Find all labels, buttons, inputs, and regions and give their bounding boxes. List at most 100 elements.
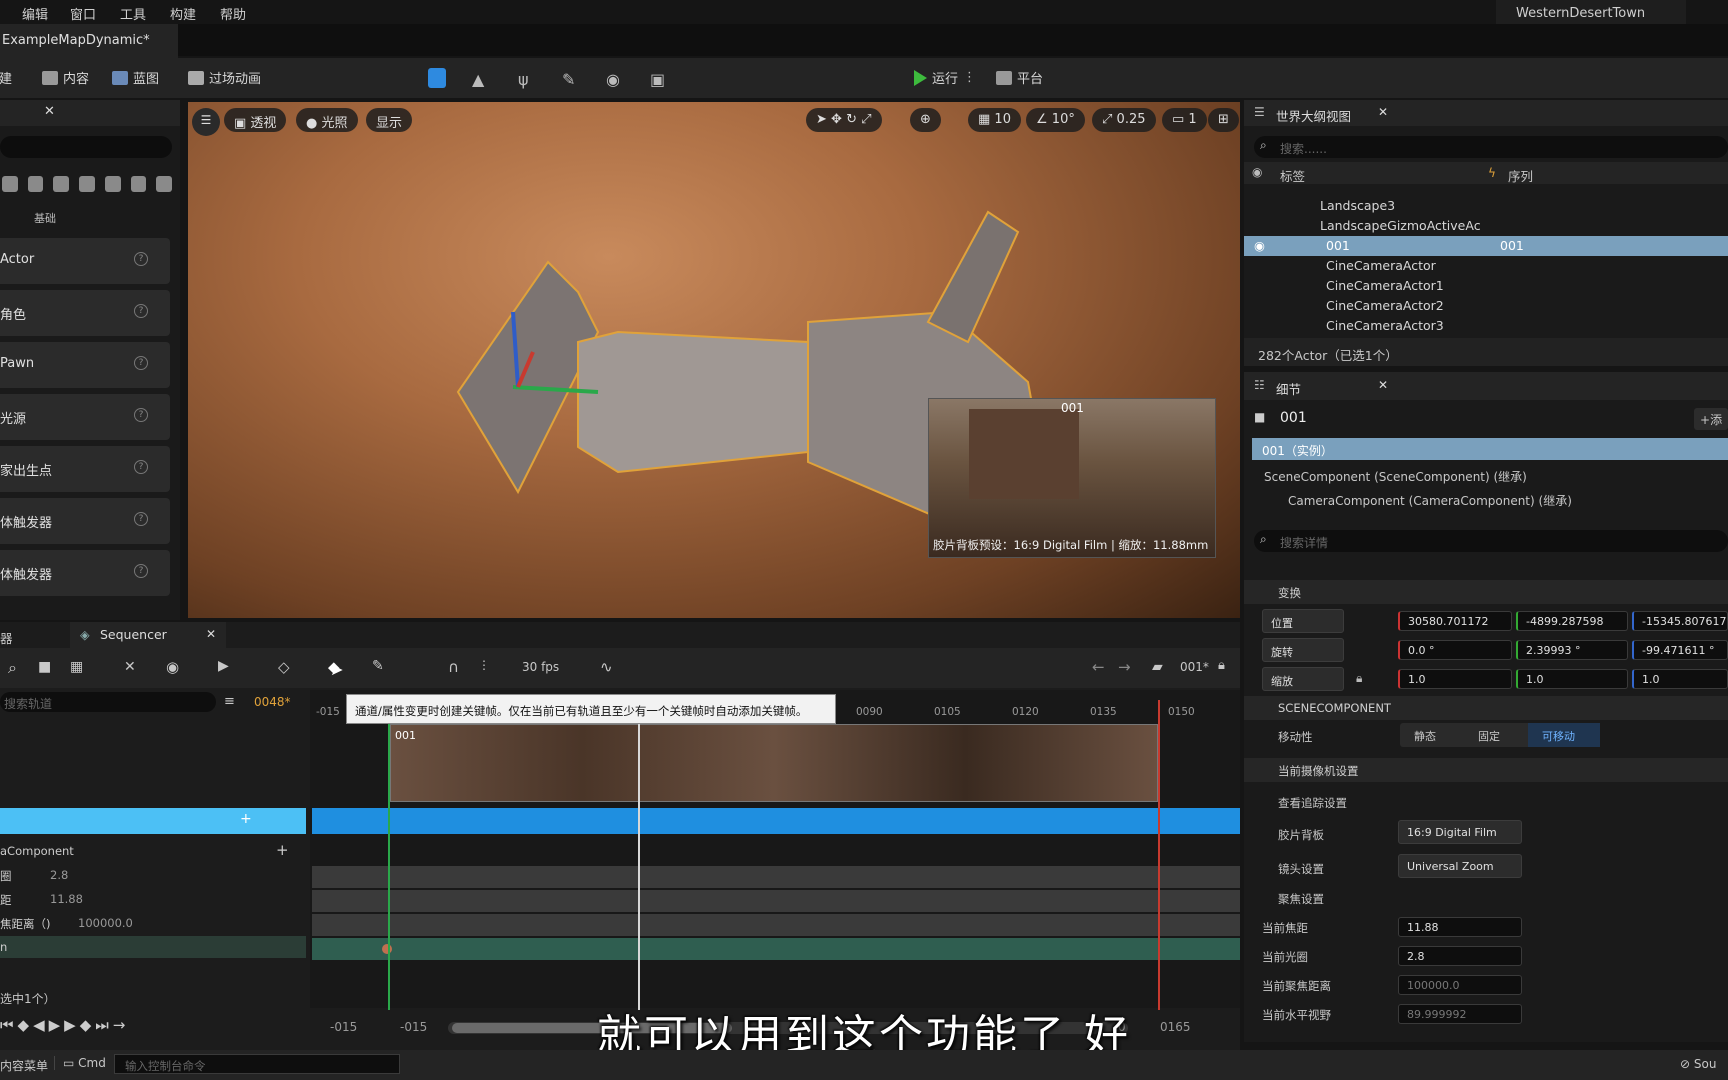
timeline-row[interactable] [312,938,1240,960]
location-y-field[interactable]: -4899.287598 [1516,611,1628,631]
rotation-z-field[interactable]: -99.471611 ° [1632,640,1728,660]
column-sequence[interactable]: 序列 [1508,166,1533,185]
timeline-row[interactable] [312,866,1240,888]
modeling-mode-icon[interactable]: ▣ [650,70,665,89]
filmback-dropdown[interactable]: 16:9 Digital Film [1398,820,1522,844]
track-aperture[interactable]: 圈 2.8 [0,864,306,886]
outliner-row[interactable]: CineCameraActor3 [1244,316,1728,336]
playhead[interactable] [638,700,640,1010]
place-search-input[interactable] [0,136,172,158]
filter-icon[interactable]: ≡ [224,694,235,709]
volume-icon[interactable] [130,176,147,192]
geometry-icon[interactable] [104,176,121,192]
back-icon[interactable]: ← [1092,658,1105,676]
run-button[interactable]: 运行 ⋮ [914,68,976,87]
camera-settings-section[interactable]: 当前摄像机设置 [1244,758,1728,782]
track-value[interactable]: 100000.0 [78,916,133,930]
close-icon[interactable]: ✕ [1378,105,1388,119]
camera-icon[interactable]: ■ [38,659,51,675]
lookat-label[interactable]: 查看追踪设置 [1278,795,1347,811]
mobility-stationary[interactable]: 固定 [1464,723,1528,747]
foliage-mode-icon[interactable]: ψ [518,70,529,89]
lock-icon[interactable]: 🔒︎ [1218,658,1225,673]
grid-snap[interactable]: ▦ 10 [968,108,1021,132]
keyframe[interactable] [382,944,392,954]
track-focal[interactable]: 距 11.88 [0,888,306,910]
camera-component-row[interactable]: CameraComponent (CameraComponent) (继承) [1288,492,1572,509]
outliner-row[interactable]: CineCameraActor [1244,256,1728,276]
move-icon[interactable]: ✥ [831,112,842,127]
angle-snap[interactable]: ∠ 10° [1026,108,1085,132]
current-frame[interactable]: 0048* [254,695,291,709]
location-dropdown[interactable]: 位置 [1262,609,1344,633]
timeline-row[interactable] [312,890,1240,912]
outliner-row[interactable]: CineCameraActor2 [1244,296,1728,316]
tab-previous[interactable]: 器 [0,628,13,647]
scale-y-field[interactable]: 1.0 [1516,669,1628,689]
track-selected-key[interactable]: n [0,936,306,958]
lit-button[interactable]: ● 光照 [296,108,358,132]
perspective-button[interactable]: ▣ 透视 [224,108,287,132]
component-instance-row[interactable]: 001（实例） [1252,438,1728,460]
close-icon[interactable]: ✕ [1378,378,1388,392]
all-classes-icon[interactable] [156,176,173,192]
end-marker[interactable] [1158,700,1160,1010]
mobility-static[interactable]: 静态 [1400,723,1464,747]
column-label[interactable]: 标签 [1280,166,1305,185]
snap-icon[interactable]: ∩ [448,658,459,676]
forward-icon[interactable]: → [1118,658,1131,676]
track-value[interactable]: 11.88 [50,892,83,906]
place-item-trigger-2[interactable]: 体触发器? [0,550,170,596]
cinematic-icon[interactable] [53,176,70,192]
viewport-menu-icon[interactable]: ☰ [192,108,220,136]
rotation-y-field[interactable]: 2.39993 ° [1516,640,1628,660]
help-icon[interactable]: ? [134,564,148,578]
light-icon[interactable] [27,176,44,192]
add-track-icon[interactable]: + [240,811,252,827]
close-icon[interactable]: ✕ [206,627,216,641]
lens-label[interactable]: 镜头设置 [1278,861,1324,877]
scale-x-field[interactable]: 1.0 [1398,669,1512,689]
blueprint-button[interactable]: 蓝图 [112,68,159,87]
scale-icon[interactable]: ⤢ [861,112,871,127]
select-icon[interactable]: ➤ [816,112,827,127]
console-input[interactable]: 输入控制台命令 [114,1054,400,1074]
more-icon[interactable]: ⋮ [478,658,490,672]
add-component-button[interactable]: +添 [1694,408,1728,430]
source-control-button[interactable]: ⊘ Sou [1680,1057,1716,1071]
menu-build[interactable]: 构建 [170,4,196,23]
help-icon[interactable]: ? [134,460,148,474]
platform-button[interactable]: 平台 [996,68,1043,87]
cmd-button[interactable]: ▭ Cmd [54,1056,106,1070]
fracture-mode-icon[interactable]: ◉ [606,70,620,89]
transform-section[interactable]: 变换 [1244,580,1728,604]
place-item-pawn[interactable]: Pawn? [0,342,170,388]
eye-icon[interactable]: ◉ [1254,238,1265,253]
place-item-character[interactable]: 角色? [0,290,170,336]
help-icon[interactable]: ? [134,512,148,526]
place-item-light[interactable]: 光源? [0,394,170,440]
aperture-field[interactable]: 2.8 [1398,946,1522,966]
camera-speed[interactable]: ▭ 1 [1162,108,1207,132]
close-icon[interactable]: ✕ [44,104,55,119]
location-x-field[interactable]: 30580.701172 [1398,611,1512,631]
outliner-row[interactable]: LandscapeGizmoActiveAc [1244,216,1728,236]
scale-dropdown[interactable]: 缩放 [1262,667,1344,691]
timeline-row[interactable] [312,914,1240,936]
track-value[interactable]: 2.8 [50,868,68,882]
render-icon[interactable]: ▦ [70,659,83,675]
wrench-icon[interactable]: ✕ [124,659,136,675]
outliner-row[interactable]: CineCameraActor1 [1244,276,1728,296]
world-local-toggle[interactable]: ⊕ [910,108,941,132]
scenecomponent-section[interactable]: SCENECOMPONENT [1244,696,1728,720]
rotate-icon[interactable]: ↻ [846,112,857,127]
place-item-actor[interactable]: Actor? [0,238,170,284]
rotation-dropdown[interactable]: 旋转 [1262,638,1344,662]
scene-component-row[interactable]: SceneComponent (SceneComponent) (继承) [1264,468,1527,485]
focus-settings-label[interactable]: 聚焦设置 [1278,891,1324,907]
visual-fx-icon[interactable] [79,176,95,192]
layout-icon[interactable]: ⊞ [1208,108,1239,132]
lens-dropdown[interactable]: Universal Zoom [1398,854,1522,878]
help-icon[interactable]: ? [134,252,148,266]
show-button[interactable]: 显示 [366,108,413,132]
